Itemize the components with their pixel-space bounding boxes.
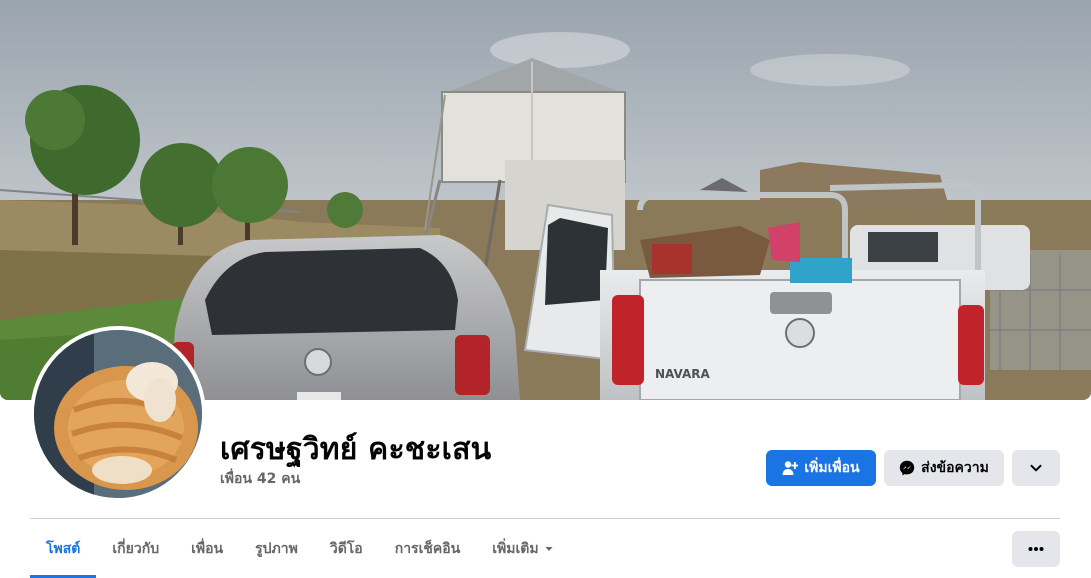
message-label: ส่งข้อความ xyxy=(921,460,989,476)
tab-posts[interactable]: โพสต์ xyxy=(30,519,97,578)
friend-count[interactable]: เพื่อน 42 คน xyxy=(220,468,300,490)
chevron-down-icon xyxy=(1030,464,1042,472)
profile-options-dropdown-button[interactable] xyxy=(1012,450,1060,486)
avatar[interactable] xyxy=(30,326,206,502)
tab-posts-label: โพสต์ xyxy=(46,540,81,557)
tab-friends[interactable]: เพื่อน xyxy=(175,519,239,578)
tab-videos-label: วิดีโอ xyxy=(329,540,363,557)
add-friend-button[interactable]: เพิ่มเพื่อน xyxy=(766,450,876,486)
tab-friends-label: เพื่อน xyxy=(191,540,224,557)
profile-page: NAVARA เศรษฐวิทย์ คะชะเสน เพื่อน 42 คน เ… xyxy=(0,0,1091,578)
tab-about[interactable]: เกี่ยวกับ xyxy=(96,519,175,578)
profile-tabs: โพสต์ เกี่ยวกับ เพื่อน รูปภาพ วิดีโอ การ… xyxy=(30,519,570,578)
tab-about-label: เกี่ยวกับ xyxy=(112,540,160,557)
caret-down-icon xyxy=(545,546,553,551)
messenger-icon xyxy=(899,460,915,476)
profile-name: เศรษฐวิทย์ คะชะเสน xyxy=(220,432,492,467)
tab-more-label: เพิ่มเติม xyxy=(492,540,539,557)
navara-badge-text: NAVARA xyxy=(655,367,711,381)
ellipsis-icon xyxy=(1028,547,1044,551)
tab-photos[interactable]: รูปภาพ xyxy=(239,519,314,578)
tab-more[interactable]: เพิ่มเติม xyxy=(476,519,569,578)
more-options-button[interactable] xyxy=(1012,531,1060,567)
tab-checkins[interactable]: การเช็คอิน xyxy=(379,519,477,578)
message-button[interactable]: ส่งข้อความ xyxy=(884,450,1004,486)
person-add-icon xyxy=(782,461,799,475)
tab-videos[interactable]: วิดีโอ xyxy=(314,519,379,578)
add-friend-label: เพิ่มเพื่อน xyxy=(804,460,860,476)
tab-checkins-label: การเช็คอิน xyxy=(394,540,461,557)
avatar-image xyxy=(34,330,202,498)
tab-photos-label: รูปภาพ xyxy=(255,540,298,557)
